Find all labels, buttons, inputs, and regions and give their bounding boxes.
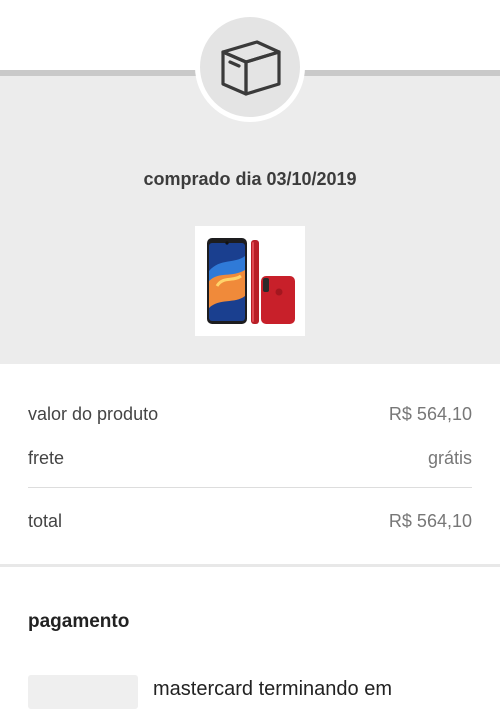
smartphone-image xyxy=(207,238,295,324)
total-label: total xyxy=(28,511,63,531)
box-icon-container xyxy=(200,17,300,117)
product-value-label: valor do produto xyxy=(28,404,159,424)
total-value: R$ 564,10 xyxy=(388,511,472,531)
payment-title: pagamento xyxy=(28,611,130,632)
total-row: total R$ 564,10 xyxy=(28,511,472,532)
product-image[interactable] xyxy=(195,226,305,336)
purchase-date: comprado dia 03/10/2019 xyxy=(143,169,357,189)
card-description: mastercard terminando em xyxy=(153,678,392,700)
section-divider xyxy=(0,564,500,567)
order-header: comprado dia 03/10/2019 xyxy=(0,0,500,364)
box-icon xyxy=(221,40,281,96)
shipping-value: grátis xyxy=(427,448,472,468)
header-divider-right xyxy=(300,70,500,76)
product-value-row: valor do produto R$ 564,10 xyxy=(28,404,472,425)
product-value: R$ 564,10 xyxy=(388,404,472,424)
shipping-row: frete grátis xyxy=(28,448,472,469)
shipping-label: frete xyxy=(28,448,65,468)
summary-divider xyxy=(28,487,472,488)
header-divider-left xyxy=(0,70,200,76)
